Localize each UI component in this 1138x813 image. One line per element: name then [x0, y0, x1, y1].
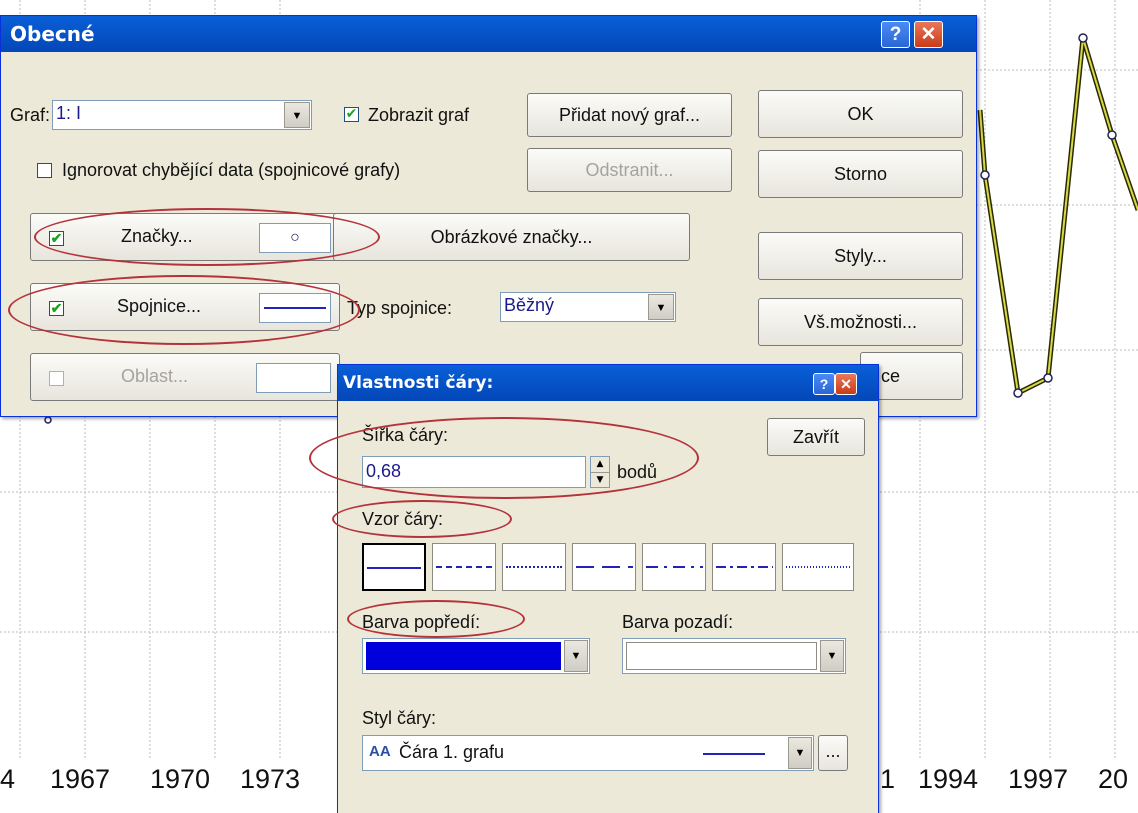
pattern-dashed[interactable] — [432, 543, 496, 591]
pattern-dash-dot[interactable] — [642, 543, 706, 591]
image-markers-button[interactable]: Obrázkové značky... — [333, 213, 690, 261]
line-style-label: Styl čáry: — [362, 708, 437, 728]
help-icon[interactable]: ? — [881, 21, 910, 48]
chevron-down-icon[interactable]: ▼ — [648, 294, 674, 320]
line-width-spinner[interactable]: ▲ ▼ — [590, 456, 610, 488]
cancel-button[interactable]: Storno — [758, 150, 963, 198]
line-style-preview — [703, 753, 765, 755]
markers-checkbox[interactable]: ✔ — [49, 231, 64, 246]
graph-select-value: 1: I — [56, 103, 82, 123]
area-checkbox[interactable] — [49, 371, 64, 386]
chevron-down-icon[interactable]: ▼ — [820, 640, 844, 672]
chevron-down-icon[interactable]: ▼ — [788, 737, 812, 769]
series-point — [1078, 33, 1088, 43]
series-point — [44, 416, 52, 424]
line-width-value: 0,68 — [366, 461, 402, 481]
help-icon[interactable]: ? — [813, 373, 835, 395]
line-dialog-titlebar[interactable]: Vlastnosti čáry: ? ✕ — [338, 365, 878, 401]
chevron-down-icon[interactable]: ▼ — [284, 102, 310, 128]
series-point — [980, 170, 990, 180]
line-type-value: Běžný — [504, 295, 555, 315]
x-tick-label: 1967 — [50, 764, 111, 794]
line-pattern-label: Vzor čáry: — [362, 509, 444, 529]
general-dialog-titlebar[interactable]: Obecné ? ✕ — [1, 16, 976, 52]
dialog-title: Obecné — [10, 22, 95, 46]
line-type-select[interactable]: Běžný ▼ — [500, 292, 676, 322]
series-line — [977, 37, 1138, 397]
pattern-dotted[interactable] — [502, 543, 566, 591]
x-tick-label: 1994 — [918, 764, 979, 794]
show-graph-label: Zobrazit graf — [368, 105, 470, 125]
background-color-swatch — [626, 642, 817, 670]
graph-label: Graf: — [10, 105, 51, 125]
line-dialog-title: Vlastnosti čáry: — [343, 373, 494, 393]
styles-button[interactable]: Styly... — [758, 232, 963, 280]
x-tick-label: 1997 — [1008, 764, 1069, 794]
marker-preview: ○ — [259, 223, 331, 253]
ignore-missing-label: Ignorovat chybějící data (spojnicové gra… — [62, 160, 401, 180]
line-width-input[interactable]: 0,68 — [362, 456, 586, 488]
x-tick-label: 1973 — [240, 764, 301, 794]
foreground-color-select[interactable]: ▼ — [362, 638, 590, 674]
x-tick-label: 20 — [1098, 764, 1129, 794]
line-style-select[interactable]: AA Čára 1. grafu ▼ — [362, 735, 814, 771]
chevron-down-icon[interactable]: ▼ — [564, 640, 588, 672]
lines-button-label: Spojnice... — [117, 296, 202, 316]
pattern-dash-dot-dot[interactable] — [712, 543, 776, 591]
pattern-fine-dotted[interactable] — [782, 543, 854, 591]
markers-button-label: Značky... — [121, 226, 193, 246]
show-graph-checkbox[interactable]: ✔ — [344, 107, 359, 122]
font-style-icon: AA — [369, 743, 391, 760]
ok-button[interactable]: OK — [758, 90, 963, 138]
area-row[interactable]: Oblast... — [30, 353, 340, 401]
lines-row[interactable]: ✔ Spojnice... — [30, 283, 340, 331]
x-tick-label: 1970 — [150, 764, 211, 794]
series-point — [1107, 130, 1117, 140]
x-tick-label: 1 — [880, 764, 896, 794]
ignore-missing-checkbox[interactable] — [37, 163, 52, 178]
area-preview — [256, 363, 331, 393]
markers-row[interactable]: ✔ Značky... ○ — [30, 213, 340, 261]
close-icon[interactable]: ✕ — [914, 21, 943, 48]
background-color-label: Barva pozadí: — [622, 612, 734, 632]
add-graph-button[interactable]: Přidat nový graf... — [527, 93, 732, 137]
line-style-value: Čára 1. grafu — [399, 742, 505, 762]
close-button[interactable]: Zavřít — [767, 418, 865, 456]
line-type-label: Typ spojnice: — [347, 298, 453, 318]
foreground-color-label: Barva popředí: — [362, 612, 481, 632]
spin-up-icon[interactable]: ▲ — [591, 457, 609, 473]
x-tick-label: 4 — [0, 764, 16, 794]
all-options-button[interactable]: Vš.možnosti... — [758, 298, 963, 346]
line-preview — [259, 293, 331, 323]
foreground-color-swatch — [366, 642, 561, 670]
line-width-unit: bodů — [617, 462, 658, 482]
pattern-long-dash[interactable] — [572, 543, 636, 591]
close-icon[interactable]: ✕ — [835, 373, 857, 395]
series-point — [1043, 373, 1053, 383]
graph-select[interactable]: 1: I ▼ — [52, 100, 312, 130]
series-point — [1013, 388, 1023, 398]
lines-checkbox[interactable]: ✔ — [49, 301, 64, 316]
area-button-label: Oblast... — [121, 366, 189, 386]
background-color-select[interactable]: ▼ — [622, 638, 846, 674]
line-style-more-button[interactable]: ... — [818, 735, 848, 771]
line-width-label: Šířka čáry: — [362, 425, 449, 445]
spin-down-icon[interactable]: ▼ — [591, 473, 609, 488]
pattern-solid[interactable] — [362, 543, 426, 591]
remove-button[interactable]: Odstranit... — [527, 148, 732, 192]
